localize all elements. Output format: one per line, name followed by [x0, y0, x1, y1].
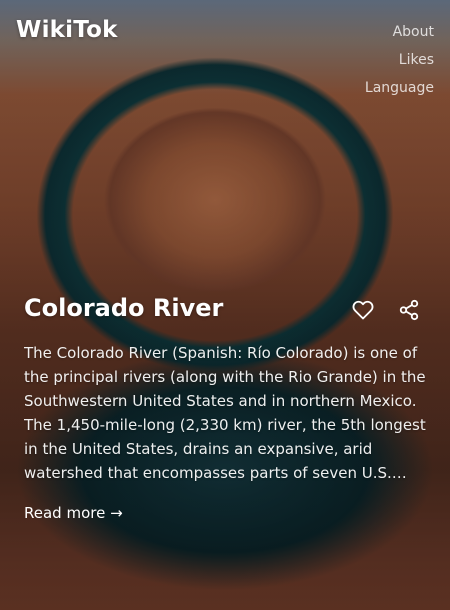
article-extract: The Colorado River (Spanish: Río Colorad… — [24, 344, 426, 482]
heart-icon — [352, 300, 374, 320]
share-button[interactable] — [398, 299, 420, 321]
read-more-link[interactable]: Read more → — [24, 503, 123, 523]
like-button[interactable] — [352, 299, 374, 321]
article-actions — [352, 299, 420, 321]
nav-language-link[interactable]: Language — [365, 74, 434, 102]
nav-likes-link[interactable]: Likes — [399, 46, 434, 74]
nav-about-link[interactable]: About — [393, 18, 434, 46]
app-logo[interactable]: WikiTok — [16, 17, 118, 43]
wikitok-feed-card: WikiTok About Likes Language Colorado Ri… — [0, 0, 450, 610]
article-title: Colorado River — [24, 294, 224, 322]
top-nav: About Likes Language — [365, 18, 434, 102]
share-icon — [399, 299, 419, 321]
